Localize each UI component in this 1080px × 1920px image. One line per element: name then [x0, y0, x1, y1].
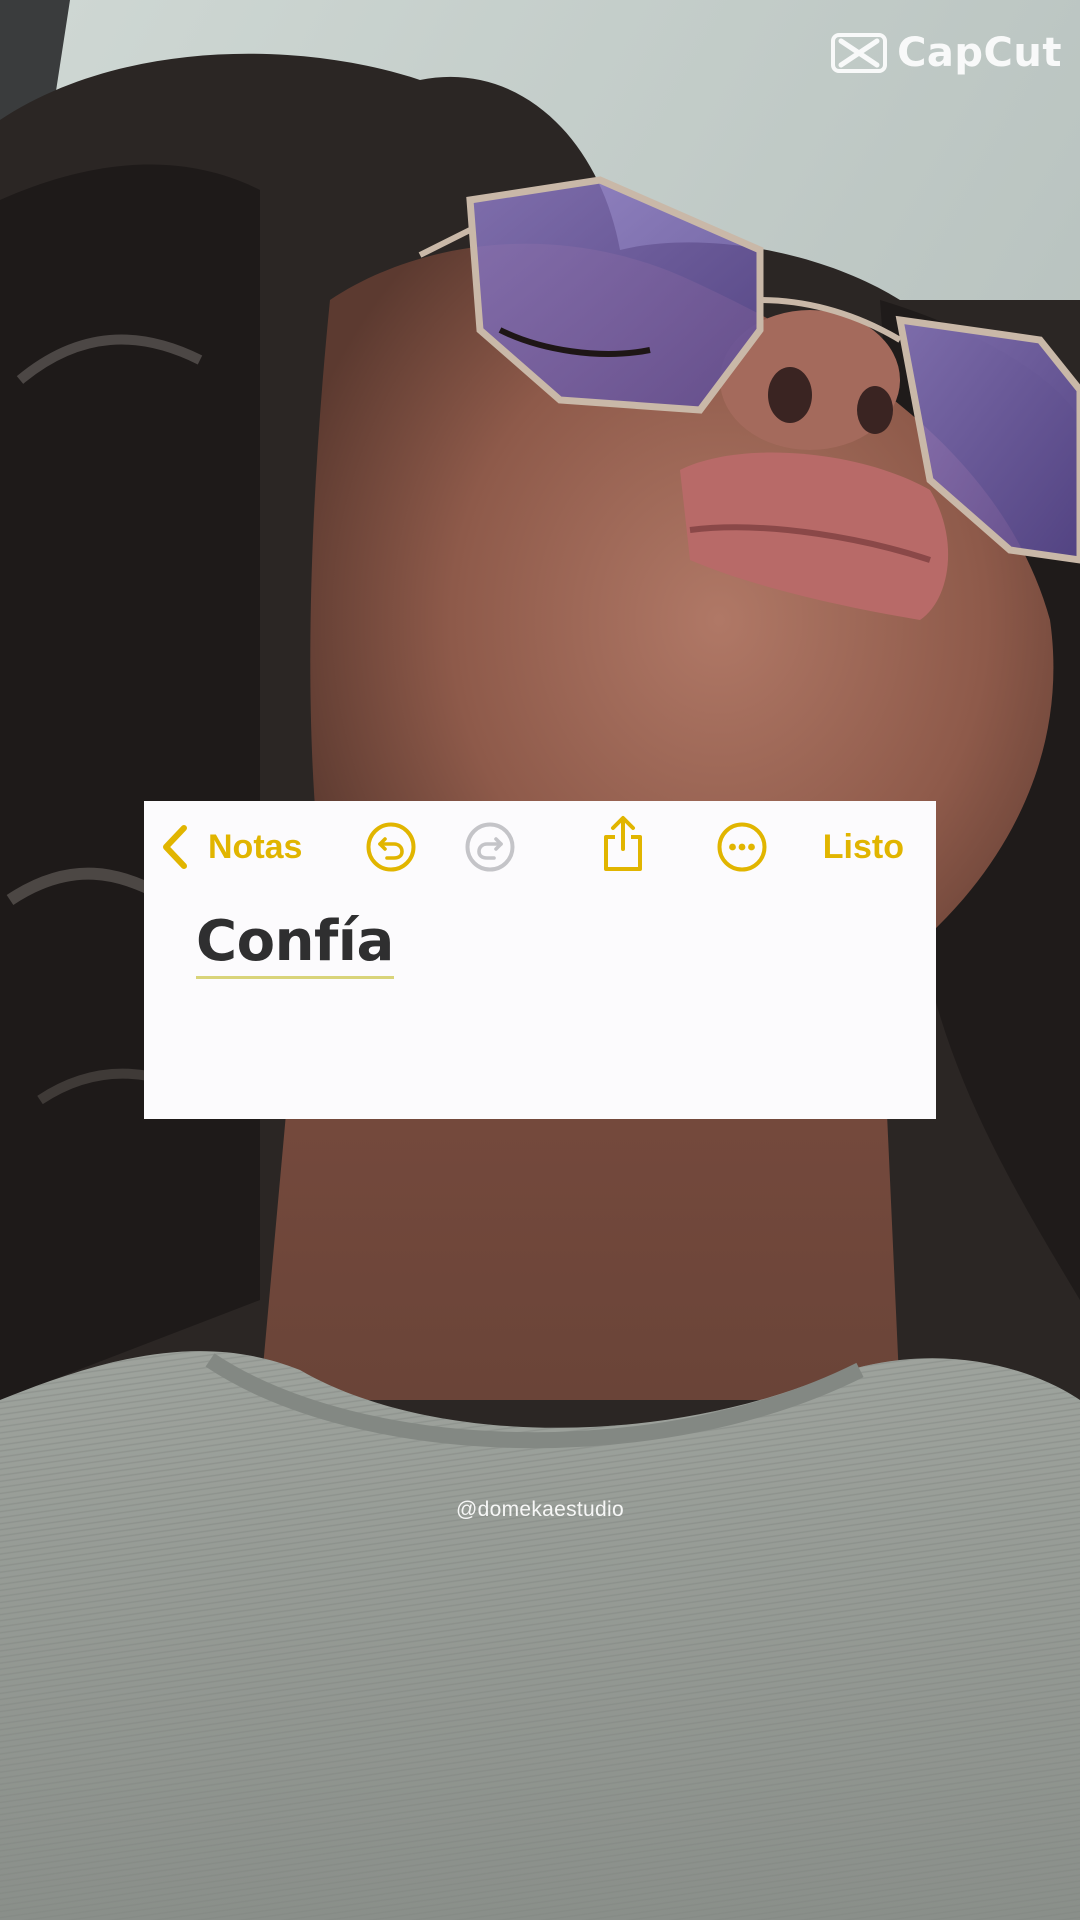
more-options-button[interactable] [716, 821, 768, 873]
capcut-watermark: CapCut [831, 30, 1062, 76]
share-icon [604, 816, 642, 871]
back-button[interactable]: Notas [160, 821, 302, 873]
capcut-logo-icon [831, 33, 888, 73]
back-button-label: Notas [208, 827, 303, 866]
done-button-label: Listo [822, 827, 904, 866]
note-card: Notas Listo Confía [144, 801, 936, 1119]
note-title[interactable]: Confía [196, 912, 394, 979]
capcut-brand-text: CapCut [897, 30, 1062, 76]
share-button[interactable] [600, 816, 646, 873]
chevron-left-icon [163, 825, 187, 869]
creator-handle: @domekaestudio [456, 1498, 624, 1521]
redo-icon [465, 822, 515, 872]
undo-button[interactable] [365, 821, 417, 873]
done-button[interactable]: Listo [823, 821, 904, 873]
redo-button[interactable] [464, 821, 516, 873]
more-icon [717, 822, 767, 872]
undo-icon [366, 822, 416, 872]
note-toolbar: Notas Listo [144, 801, 936, 889]
